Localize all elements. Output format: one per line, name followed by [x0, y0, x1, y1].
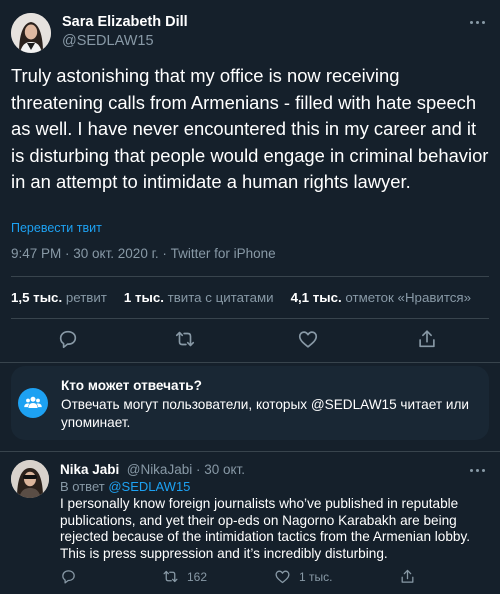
tweet-timestamp[interactable]: 9:47 PM · 30 окт. 2020 г. · Twitter for …	[11, 246, 276, 261]
reply-more-options-button[interactable]	[465, 462, 489, 478]
in-reply-to: В ответ @SEDLAW15	[60, 479, 190, 494]
retweet-stat[interactable]: 1,5 тыс. ретвит	[11, 290, 107, 305]
reply-like-button[interactable]: 1 тыс.	[274, 568, 332, 585]
tweet-text: Truly astonishing that my office is now …	[11, 65, 489, 193]
share-icon	[401, 569, 414, 583]
reply-restriction-text: Отвечать могут пользователи, которых @SE…	[61, 397, 469, 430]
quote-stat[interactable]: 1 тыс. твита с цитатами	[124, 290, 274, 305]
reply-retweet-count: 162	[187, 569, 208, 584]
author-avatar[interactable]	[11, 13, 51, 53]
retweet-icon	[163, 570, 178, 583]
reply-icon	[62, 570, 75, 584]
divider	[11, 318, 489, 319]
divider	[0, 451, 500, 452]
share-icon[interactable]	[416, 328, 438, 350]
people-icon	[18, 388, 48, 418]
reply-restriction-card: Кто может отвечать? Отвечать могут польз…	[11, 366, 489, 440]
reply-like-count: 1 тыс.	[299, 569, 333, 584]
more-options-button[interactable]	[465, 14, 489, 30]
in-reply-handle-link[interactable]: @SEDLAW15	[108, 479, 190, 494]
translate-tweet-link[interactable]: Перевести твит	[11, 221, 102, 235]
author-name[interactable]: Sara Elizabeth Dill	[62, 14, 188, 30]
reply-retweet-button[interactable]: 162	[162, 568, 207, 585]
in-reply-label: В ответ	[60, 479, 105, 494]
reply-author-handle[interactable]: @NikaJabi · 30 окт.	[127, 462, 245, 477]
reply-icon[interactable]	[57, 328, 79, 350]
tweet-stats: 1,5 тыс. ретвит 1 тыс. твита с цитатами …	[11, 290, 471, 305]
reply-reply-button[interactable]	[60, 568, 85, 585]
divider	[11, 276, 489, 277]
reply-header: Nika Jabi @NikaJabi · 30 окт.	[60, 461, 245, 479]
retweet-icon[interactable]	[174, 328, 196, 350]
divider	[0, 362, 500, 363]
like-icon	[275, 570, 290, 584]
reply-restriction-title: Кто может отвечать?	[61, 378, 202, 393]
reply-text: I personally know foreign journalists wh…	[60, 496, 471, 561]
like-icon[interactable]	[297, 328, 319, 350]
reply-author-avatar[interactable]	[11, 460, 49, 498]
reply-share-button[interactable]	[399, 568, 424, 585]
reply-author-name[interactable]: Nika Jabi	[60, 462, 119, 477]
author-handle[interactable]: @SEDLAW15	[62, 33, 154, 49]
like-stat[interactable]: 4,1 тыс. отметок «Нравится»	[291, 290, 471, 305]
